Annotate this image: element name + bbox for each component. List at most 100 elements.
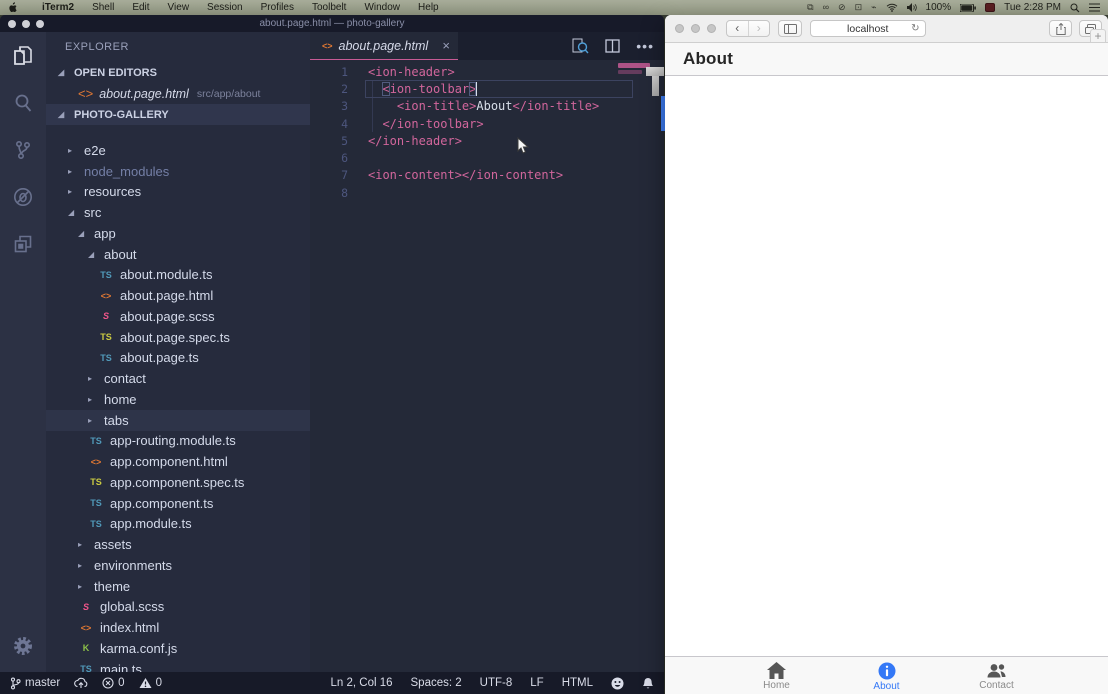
display-mirroring-icon[interactable]: ⊡ [855, 3, 863, 12]
tab-about[interactable]: About [832, 660, 942, 692]
menu-item-edit[interactable]: Edit [123, 2, 158, 13]
share-button[interactable] [1049, 20, 1072, 37]
errors-indicator[interactable]: 0 [102, 677, 124, 689]
debug-disabled-icon[interactable] [11, 185, 35, 209]
cursor-position[interactable]: Ln 2, Col 16 [331, 677, 393, 689]
tree-item-about[interactable]: ◢about [46, 244, 310, 265]
tree-item-about-page-scss[interactable]: Sabout.page.scss [46, 306, 310, 327]
zoom-window-button[interactable] [707, 24, 716, 33]
search-icon[interactable] [11, 91, 35, 115]
back-button[interactable]: ‹ [727, 21, 748, 36]
code-line-7[interactable]: 7<ion-content></ion-content> [310, 167, 664, 184]
tree-item-src[interactable]: ◢src [46, 202, 310, 223]
tree-item-about-page-ts[interactable]: TSabout.page.ts [46, 348, 310, 369]
menubar-clock[interactable]: Tue 2:28 PM [1004, 2, 1061, 13]
encoding-setting[interactable]: UTF-8 [480, 677, 513, 689]
forward-button[interactable]: › [748, 21, 770, 36]
activity-bar [0, 32, 46, 672]
sidebar-button[interactable] [778, 20, 802, 37]
menubar-app-icon[interactable]: ∞ [823, 3, 829, 12]
tree-item-tabs[interactable]: ▸tabs [46, 410, 310, 431]
explorer-icon[interactable] [11, 44, 35, 68]
tree-item-about-module-ts[interactable]: TSabout.module.ts [46, 265, 310, 286]
tree-item-index-html[interactable]: <>index.html [46, 617, 310, 638]
editor-tab-about-page-html[interactable]: <> about.page.html × [310, 32, 458, 60]
reload-icon[interactable]: ↻ [911, 23, 919, 34]
code-editor[interactable]: 1<ion-header>2 <ion-toolbar>3 <ion-title… [310, 60, 664, 672]
minimize-window-button[interactable] [691, 24, 700, 33]
tree-item-app-component-html[interactable]: <>app.component.html [46, 451, 310, 472]
notification-center-icon[interactable] [1089, 3, 1100, 12]
code-line-4[interactable]: 4 </ion-toolbar> [310, 115, 664, 132]
split-editor-icon[interactable] [605, 39, 620, 53]
indentation-setting[interactable]: Spaces: 2 [411, 677, 462, 689]
window-controls[interactable] [675, 24, 716, 33]
feedback-smiley-icon[interactable] [611, 677, 624, 690]
tree-item-contact[interactable]: ▸contact [46, 368, 310, 389]
eol-setting[interactable]: LF [530, 677, 543, 689]
tab-close-icon[interactable]: × [442, 38, 450, 53]
tree-item-environments[interactable]: ▸environments [46, 555, 310, 576]
menu-item-view[interactable]: View [159, 2, 199, 13]
tab-contact[interactable]: Contact [942, 661, 1052, 691]
address-bar[interactable]: localhost ↻ [810, 20, 926, 37]
tree-item-assets[interactable]: ▸assets [46, 534, 310, 555]
tree-item-app-routing-module-ts[interactable]: TSapp-routing.module.ts [46, 431, 310, 452]
tree-item-app-component-ts[interactable]: TSapp.component.ts [46, 493, 310, 514]
open-changes-icon[interactable] [572, 38, 589, 54]
menu-item-profiles[interactable]: Profiles [252, 2, 303, 13]
open-editor-entry[interactable]: <> about.page.html src/app/about [46, 83, 310, 104]
tree-item-home[interactable]: ▸home [46, 389, 310, 410]
notifications-bell-icon[interactable] [642, 677, 654, 690]
language-mode[interactable]: HTML [562, 677, 593, 689]
menu-item-window[interactable]: Window [355, 2, 409, 13]
file-tree: ▸e2e▸node_modules▸resources◢src◢app◢abou… [46, 140, 310, 672]
tab-home[interactable]: Home [722, 660, 832, 691]
code-line-1[interactable]: 1<ion-header> [310, 63, 664, 80]
input-menu-icon[interactable]: ⌁ [871, 3, 876, 12]
menu-item-shell[interactable]: Shell [83, 2, 123, 13]
tree-item-global-scss[interactable]: Sglobal.scss [46, 597, 310, 618]
tree-item-node-modules[interactable]: ▸node_modules [46, 161, 310, 182]
tree-item-app-module-ts[interactable]: TSapp.module.ts [46, 514, 310, 535]
menu-item-toolbelt[interactable]: Toolbelt [303, 2, 355, 13]
new-tab-button[interactable]: + [1090, 29, 1106, 43]
close-window-button[interactable] [675, 24, 684, 33]
tree-item-main-ts[interactable]: TSmain.ts [46, 659, 310, 672]
do-not-disturb-icon[interactable]: ⊘ [838, 3, 846, 12]
code-line-2[interactable]: 2 <ion-toolbar> [310, 80, 664, 97]
volume-icon[interactable] [907, 3, 917, 12]
warnings-indicator[interactable]: 0 [139, 677, 162, 689]
tree-item-about-page-html[interactable]: <>about.page.html [46, 285, 310, 306]
tree-item-theme[interactable]: ▸theme [46, 576, 310, 597]
screen-recording-icon[interactable]: ⧉ [807, 3, 813, 12]
tree-item-e2e[interactable]: ▸e2e [46, 140, 310, 161]
code-line-6[interactable]: 6 [310, 149, 664, 166]
source-control-icon[interactable] [11, 138, 35, 162]
safari-toolbar[interactable]: ‹ › localhost ↻ + [665, 15, 1108, 43]
tree-item-resources[interactable]: ▸resources [46, 182, 310, 203]
extensions-icon[interactable] [11, 232, 35, 256]
wifi-icon[interactable] [886, 3, 898, 12]
code-line-5[interactable]: 5</ion-header> [310, 132, 664, 149]
code-line-3[interactable]: 3 <ion-title>About</ion-title> [310, 98, 664, 115]
project-section-header[interactable]: ◢ PHOTO-GALLERY [46, 104, 310, 125]
more-actions-icon[interactable]: ••• [636, 38, 654, 54]
third-party-menubar-app-icon[interactable] [985, 3, 995, 12]
vscode-titlebar[interactable]: about.page.html — photo-gallery [0, 15, 664, 32]
tree-item-about-page-spec-ts[interactable]: TSabout.page.spec.ts [46, 327, 310, 348]
apple-menu-icon[interactable] [8, 2, 19, 14]
tree-item-app[interactable]: ◢app [46, 223, 310, 244]
git-branch-indicator[interactable]: master [10, 677, 60, 690]
code-line-8[interactable]: 8 [310, 184, 664, 201]
tree-item-karma-conf-js[interactable]: Kkarma.conf.js [46, 638, 310, 659]
spotlight-icon[interactable] [1070, 3, 1080, 13]
tree-item-app-component-spec-ts[interactable]: TSapp.component.spec.ts [46, 472, 310, 493]
menu-item-help[interactable]: Help [409, 2, 448, 13]
settings-gear-icon[interactable] [11, 634, 35, 658]
menu-item-app[interactable]: iTerm2 [33, 2, 83, 13]
open-editors-header[interactable]: ◢ OPEN EDITORS [46, 62, 310, 83]
publish-sync-icon[interactable] [74, 677, 88, 689]
battery-icon[interactable] [960, 4, 976, 12]
menu-item-session[interactable]: Session [198, 2, 252, 13]
